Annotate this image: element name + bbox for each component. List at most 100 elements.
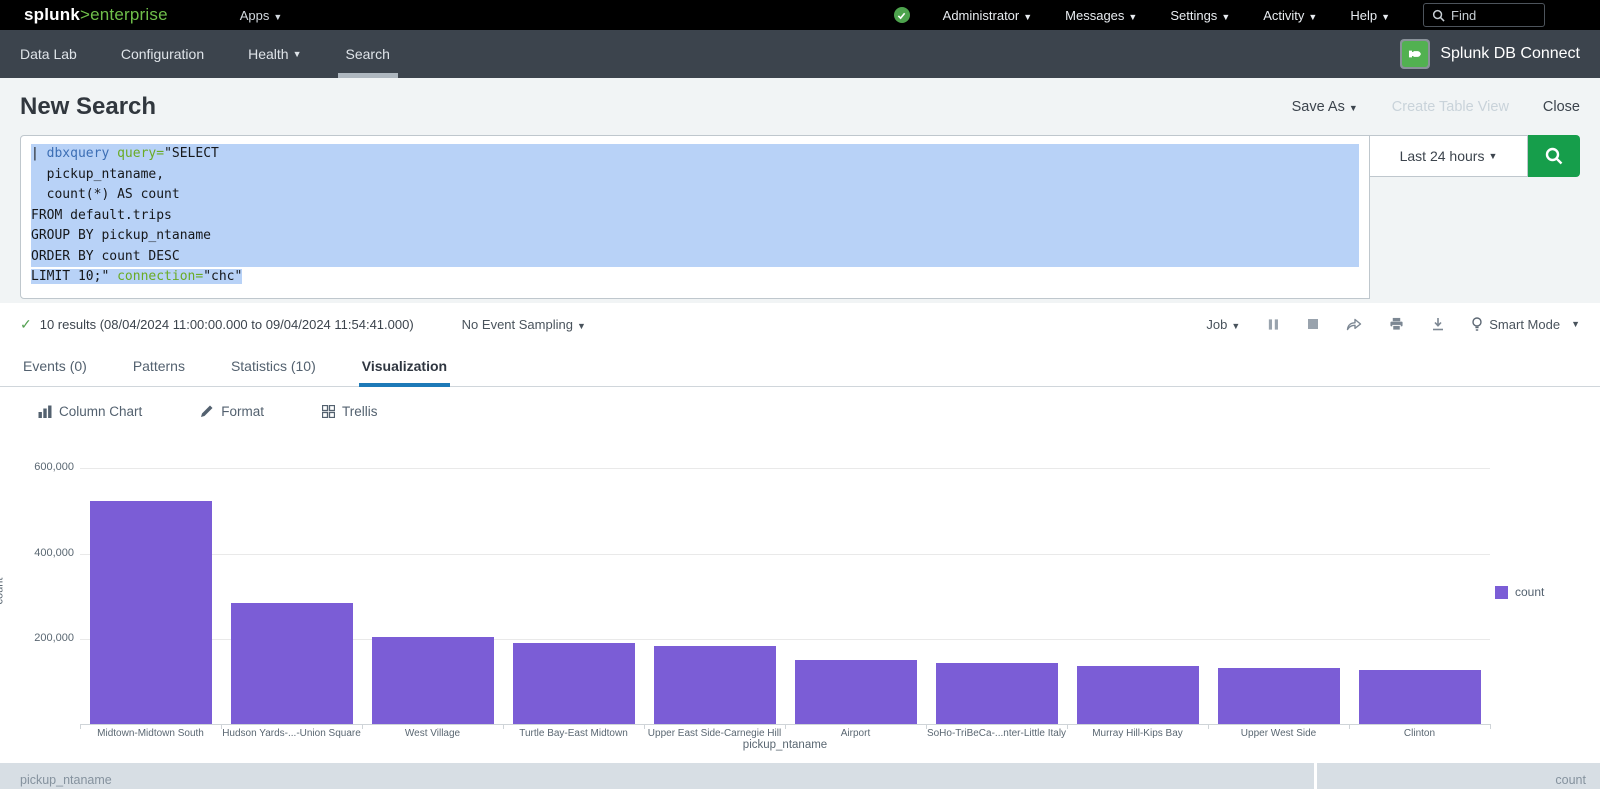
- menu-label: Settings: [1170, 8, 1217, 23]
- bar-4[interactable]: [513, 643, 635, 724]
- splunk-logo[interactable]: splunk>enterprise: [24, 5, 168, 25]
- menu-help[interactable]: Help ▼: [1350, 8, 1390, 23]
- bar-10[interactable]: [1359, 670, 1481, 724]
- event-sampling-menu[interactable]: No Event Sampling▼: [462, 317, 586, 332]
- bar-2[interactable]: [231, 603, 353, 724]
- query-line: FROM default.trips: [31, 206, 1359, 227]
- bar-6[interactable]: [795, 660, 917, 724]
- query-line: GROUP BY pickup_ntaname: [31, 226, 1359, 247]
- chevron-down-icon: ▼: [1381, 12, 1390, 22]
- tab-events[interactable]: Events (0): [20, 345, 90, 386]
- format-label: Format: [221, 404, 264, 419]
- bar-5[interactable]: [654, 646, 776, 724]
- chart-type-button[interactable]: Column Chart: [38, 404, 142, 419]
- bar-9[interactable]: [1218, 668, 1340, 724]
- query-editor[interactable]: | dbxquery query="SELECT pickup_ntaname,…: [20, 135, 1370, 299]
- save-as-button[interactable]: Save As▼: [1292, 99, 1358, 115]
- legend-swatch[interactable]: [1495, 586, 1508, 599]
- download-icon: [1431, 317, 1445, 331]
- gridline: [80, 468, 1490, 469]
- menu-settings[interactable]: Settings▼: [1170, 8, 1230, 23]
- trellis-grid-icon: [322, 405, 335, 418]
- bar-3[interactable]: [372, 637, 494, 724]
- system-status-ok-icon[interactable]: [894, 7, 910, 23]
- x-tick-label: SoHo-TriBeCa-...nter-Little Italy: [926, 728, 1067, 739]
- column-chart: count pickup_ntaname count 200,000400,00…: [0, 435, 1600, 757]
- save-as-label: Save As: [1292, 99, 1345, 115]
- job-menu[interactable]: Job▼: [1206, 317, 1240, 332]
- app-navbar: Data Lab Configuration Health▼ Search Sp…: [0, 30, 1600, 78]
- menu-activity[interactable]: Activity ▼: [1263, 8, 1317, 23]
- results-summary-group: ✓ 10 results (08/04/2024 11:00:00.000 to…: [20, 316, 414, 333]
- logo-brand: splunk: [24, 5, 80, 24]
- x-tick-mark: [644, 724, 645, 729]
- app-identity[interactable]: Splunk DB Connect: [1400, 30, 1580, 78]
- legend-label: count: [1515, 585, 1544, 599]
- x-tick-mark: [221, 724, 222, 729]
- menu-label: Administrator: [943, 8, 1020, 23]
- chevron-down-icon: ▼: [1023, 12, 1032, 22]
- chevron-down-icon: ▼: [1308, 12, 1317, 22]
- format-button[interactable]: Format: [200, 404, 264, 419]
- sampling-label: No Event Sampling: [462, 317, 573, 332]
- x-tick-mark: [1490, 724, 1491, 729]
- search-bar-row: | dbxquery query="SELECT pickup_ntaname,…: [20, 135, 1580, 303]
- x-tick-mark: [1067, 724, 1068, 729]
- time-range-label: Last 24 hours: [1400, 148, 1485, 164]
- stop-button[interactable]: [1307, 318, 1319, 330]
- job-controls: Job▼ Smart Mode▼: [1206, 317, 1580, 332]
- y-tick-label: 200,000: [4, 632, 74, 644]
- menu-label: Help: [1350, 8, 1377, 23]
- trellis-button[interactable]: Trellis: [322, 404, 378, 419]
- time-range-picker[interactable]: Last 24 hours▼: [1370, 135, 1528, 177]
- tab-patterns[interactable]: Patterns: [130, 345, 188, 386]
- query-line: ORDER BY count DESC: [31, 247, 1359, 268]
- chevron-down-icon: ▼: [293, 49, 302, 59]
- header-actions: Save As▼ Create Table View Close: [1292, 99, 1580, 115]
- chevron-down-icon: ▼: [1128, 12, 1137, 22]
- x-tick-label: Hudson Yards-...-Union Square: [221, 728, 362, 739]
- trellis-label: Trellis: [342, 404, 378, 419]
- close-button[interactable]: Close: [1543, 99, 1580, 115]
- find-input[interactable]: [1451, 8, 1531, 23]
- print-button[interactable]: [1389, 317, 1404, 331]
- x-tick-label: Midtown-Midtown South: [80, 728, 221, 739]
- chart-legend: count: [1495, 585, 1544, 599]
- table-column-count[interactable]: count: [1317, 763, 1600, 789]
- share-icon: [1346, 317, 1362, 331]
- search-mode-menu[interactable]: Smart Mode▼: [1472, 317, 1580, 332]
- tab-statistics[interactable]: Statistics (10): [228, 345, 319, 386]
- run-search-button[interactable]: [1528, 135, 1580, 177]
- search-section: New Search Save As▼ Create Table View Cl…: [0, 78, 1600, 303]
- tab-visualization[interactable]: Visualization: [359, 345, 450, 386]
- menu-messages[interactable]: Messages▼: [1065, 8, 1137, 23]
- topbar-right: Administrator▼ Messages▼ Settings▼ Activ…: [894, 3, 1545, 27]
- job-label: Job: [1206, 317, 1227, 332]
- bar-1[interactable]: [90, 501, 212, 724]
- apps-menu[interactable]: Apps▼: [240, 8, 283, 23]
- find-search-box[interactable]: [1423, 3, 1545, 27]
- stop-icon: [1307, 318, 1319, 330]
- export-button[interactable]: [1431, 317, 1445, 331]
- bar-7[interactable]: [936, 663, 1058, 724]
- nav-configuration[interactable]: Configuration: [99, 30, 226, 78]
- y-tick-label: 400,000: [4, 547, 74, 559]
- nav-data-lab[interactable]: Data Lab: [20, 30, 99, 78]
- print-icon: [1389, 317, 1404, 331]
- menu-administrator[interactable]: Administrator▼: [943, 8, 1033, 23]
- pause-button[interactable]: [1267, 318, 1280, 331]
- topbar: splunk>enterprise Apps▼ Administrator▼ M…: [0, 0, 1600, 30]
- table-column-pickup-ntaname[interactable]: pickup_ntaname: [0, 763, 1314, 789]
- menu-label: Activity: [1263, 8, 1304, 23]
- create-table-view-button[interactable]: Create Table View: [1392, 99, 1509, 115]
- statistics-table-header: pickup_ntaname count: [0, 763, 1600, 789]
- nav-health[interactable]: Health▼: [226, 30, 323, 78]
- chevron-down-icon: ▼: [273, 12, 282, 22]
- pause-icon: [1267, 318, 1280, 331]
- y-axis-title: count: [0, 578, 5, 605]
- share-button[interactable]: [1346, 317, 1362, 331]
- query-line: LIMIT 10;" connection="chc": [31, 267, 1359, 288]
- column-chart-icon: [38, 405, 52, 418]
- bar-8[interactable]: [1077, 666, 1199, 724]
- nav-search[interactable]: Search: [324, 30, 412, 78]
